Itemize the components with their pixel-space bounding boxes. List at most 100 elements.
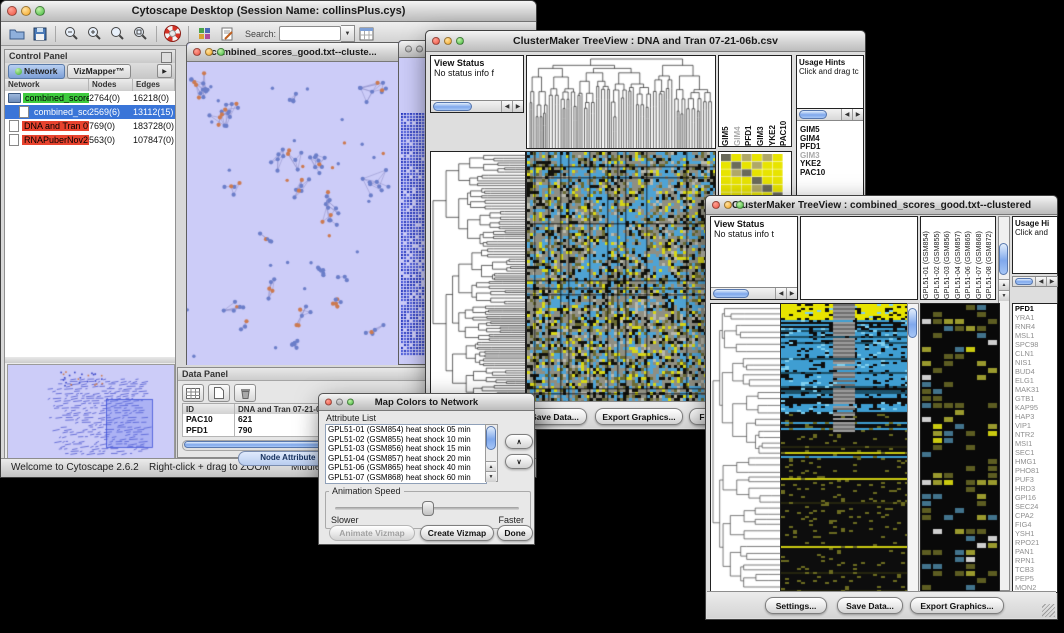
network-graph-canvas[interactable] [187, 62, 401, 365]
zoom-heatmap-canvas[interactable] [920, 303, 1000, 593]
gene-dendrogram-canvas[interactable] [430, 151, 526, 403]
attribute-item[interactable]: GPL51-04 (GSM857) heat shock 20 min [326, 454, 486, 464]
scroll-up-button[interactable]: ▲ [999, 279, 1009, 290]
minimize-button[interactable] [444, 37, 452, 45]
select-attributes-button[interactable] [182, 384, 204, 402]
hscrollbar[interactable]: ◀ ▶ [711, 287, 797, 299]
zoom-out-button[interactable] [60, 24, 83, 44]
dialog-titlebar[interactable]: Map Colors to Network [319, 394, 534, 411]
minimize-button[interactable] [21, 6, 31, 16]
attribute-item[interactable]: GPL51-03 (GSM856) heat shock 15 min [326, 444, 486, 454]
network-overview-canvas[interactable] [7, 364, 175, 460]
column-header-nodes[interactable]: Nodes [89, 79, 133, 91]
scrollbar-thumb[interactable] [1015, 278, 1033, 285]
close-button[interactable] [712, 201, 720, 209]
annotation-button[interactable] [216, 24, 239, 44]
zoom-button[interactable] [35, 6, 45, 16]
hscrollbar[interactable]: ◀ ▶ [797, 109, 863, 121]
scroll-left-button[interactable]: ◀ [501, 101, 512, 112]
zoom-selected-button[interactable] [106, 24, 129, 44]
search-dropdown-button[interactable]: ▼ [341, 25, 355, 42]
resize-grip[interactable] [1042, 604, 1055, 617]
scroll-right-button[interactable]: ▶ [512, 101, 523, 112]
zoom-button[interactable] [347, 399, 354, 406]
hscrollbar[interactable]: ◀ ▶ [431, 100, 523, 112]
delete-attribute-button[interactable] [234, 384, 256, 402]
float-panel-icon[interactable] [161, 52, 172, 63]
vizmapper-button[interactable] [193, 24, 216, 44]
scroll-right-button[interactable]: ▶ [1046, 277, 1057, 286]
main-titlebar[interactable]: Cytoscape Desktop (Session Name: collins… [1, 1, 536, 22]
tab-network[interactable]: Network [8, 64, 65, 79]
panel-splitter[interactable] [5, 357, 175, 363]
search-input[interactable] [279, 26, 341, 41]
scrollbar-thumb[interactable] [433, 102, 472, 111]
zoom-button[interactable] [456, 37, 464, 45]
animate-vizmap-button[interactable]: Animate Vizmap [329, 525, 415, 541]
save-session-button[interactable] [28, 24, 51, 44]
create-vizmap-button[interactable]: Create Vizmap [420, 525, 494, 541]
scrollbar-thumb[interactable] [799, 110, 827, 119]
array-dendrogram-canvas[interactable] [526, 55, 716, 149]
minimize-button[interactable] [336, 399, 343, 406]
gene-dendrogram-canvas[interactable] [710, 303, 781, 593]
network-list-row[interactable]: RNAPuberNov2+I563(0)107847(0) [5, 133, 175, 147]
zoom-heatmap-canvas[interactable] [721, 154, 783, 200]
save-data-button[interactable]: Save Data... [837, 597, 903, 614]
scroll-down-button[interactable]: ▼ [999, 290, 1009, 301]
export-graphics-button[interactable]: Export Graphics... [595, 408, 683, 425]
close-button[interactable] [432, 37, 440, 45]
scroll-left-button[interactable]: ◀ [1035, 277, 1046, 286]
help-button[interactable] [161, 24, 184, 44]
zoom-fit-button[interactable] [129, 24, 152, 44]
move-up-button[interactable]: ∧ [505, 434, 533, 449]
scroll-down-button[interactable]: ▼ [486, 471, 496, 482]
hscrollbar[interactable]: ◀ ▶ [1012, 276, 1058, 287]
column-header-network[interactable]: Network [5, 79, 89, 91]
scroll-right-button[interactable]: ▶ [852, 109, 863, 120]
attribute-item[interactable]: GPL51-01 (GSM854) heat shock 05 min [326, 425, 486, 435]
global-heatmap-canvas[interactable] [526, 151, 716, 403]
scrollbar-thumb[interactable] [999, 243, 1008, 275]
network-list-row[interactable]: combined_sco2569(6)13112(15) [5, 105, 175, 119]
scrollbar-thumb[interactable] [713, 289, 749, 298]
minimize-button[interactable] [205, 48, 213, 56]
move-down-button[interactable]: ∨ [505, 454, 533, 469]
export-graphics-button[interactable]: Export Graphics... [910, 597, 1004, 614]
done-button[interactable]: Done [497, 525, 533, 541]
zoom-button[interactable] [217, 48, 225, 56]
attribute-item[interactable]: GPL51-06 (GSM865) heat shock 40 min [326, 463, 486, 473]
network-list-row[interactable]: combined_scores2764(0)16218(0) [5, 91, 175, 105]
speed-slider-thumb[interactable] [422, 501, 434, 516]
open-session-button[interactable] [5, 24, 28, 44]
list-vscrollbar[interactable]: ▲ ▼ [485, 424, 498, 482]
scroll-right-button[interactable]: ▶ [786, 288, 797, 299]
heatmap-vscrollbar[interactable] [907, 303, 919, 593]
scroll-left-button[interactable]: ◀ [775, 288, 786, 299]
tab-overflow-button[interactable]: ▶ [157, 64, 172, 78]
import-table-button[interactable] [355, 24, 378, 44]
close-button[interactable] [325, 399, 332, 406]
column-header-edges[interactable]: Edges [133, 79, 175, 91]
new-attribute-button[interactable] [208, 384, 230, 402]
settings-button[interactable]: Settings... [765, 597, 827, 614]
scroll-left-button[interactable]: ◀ [841, 109, 852, 120]
close-button[interactable] [193, 48, 201, 56]
attribute-item[interactable]: GPL51-07 (GSM868) heat shock 60 min [326, 473, 486, 483]
zoom-in-button[interactable] [83, 24, 106, 44]
tab-vizmapper[interactable]: VizMapper™ [67, 64, 132, 79]
network-list-row[interactable]: DNA and Tran 07769(0)183728(0) [5, 119, 175, 133]
scrollbar-thumb[interactable] [486, 426, 496, 450]
treeview2-titlebar[interactable]: ClusterMaker TreeView : combined_scores_… [706, 196, 1057, 215]
scrollbar-thumb[interactable] [908, 308, 917, 338]
close-button[interactable] [7, 6, 17, 16]
network-view-titlebar[interactable]: combined_scores_good.txt--cluste... [187, 43, 401, 62]
minimize-button[interactable] [416, 46, 423, 53]
close-button[interactable] [405, 46, 412, 53]
attribute-item[interactable]: GPL51-02 (GSM855) heat shock 10 min [326, 435, 486, 445]
zoom-button[interactable] [736, 201, 744, 209]
minimize-button[interactable] [724, 201, 732, 209]
global-heatmap-canvas[interactable] [780, 303, 908, 593]
treeview1-titlebar[interactable]: ClusterMaker TreeView : DNA and Tran 07-… [426, 31, 865, 52]
array-dendrogram-panel[interactable] [800, 216, 918, 300]
